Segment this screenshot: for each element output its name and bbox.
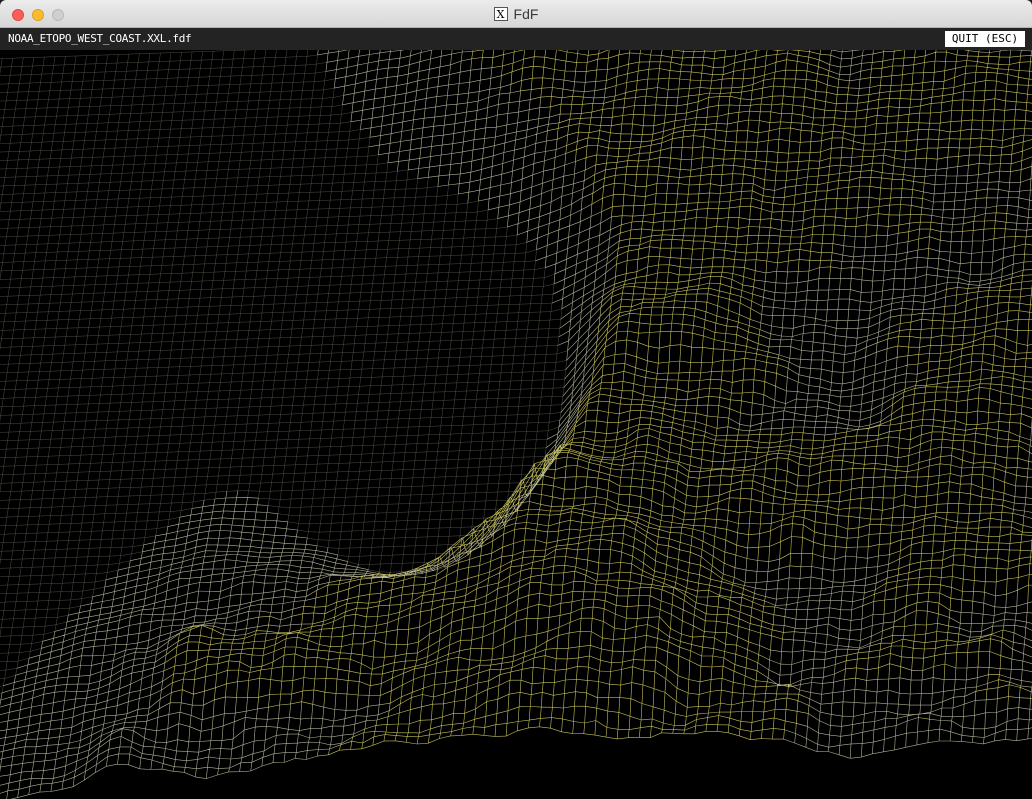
filename-label: NOAA_ETOPO_WEST_COAST.XXL.fdf (8, 32, 192, 45)
app-window: X FdF NOAA_ETOPO_WEST_COAST.XXL.fdf QUIT… (0, 0, 1032, 799)
terrain-wireframe (0, 50, 1032, 799)
window-title: FdF (513, 6, 539, 22)
wireframe-viewport[interactable] (0, 50, 1032, 799)
title-bar[interactable]: X FdF (0, 0, 1032, 28)
quit-button[interactable]: QUIT (ESC) (945, 31, 1025, 47)
info-bar: NOAA_ETOPO_WEST_COAST.XXL.fdf QUIT (ESC) (0, 28, 1032, 50)
land-mesh (0, 50, 1032, 799)
x11-icon: X (493, 7, 508, 21)
window-title-group: X FdF (0, 0, 1032, 28)
peak-mesh (120, 50, 1032, 756)
